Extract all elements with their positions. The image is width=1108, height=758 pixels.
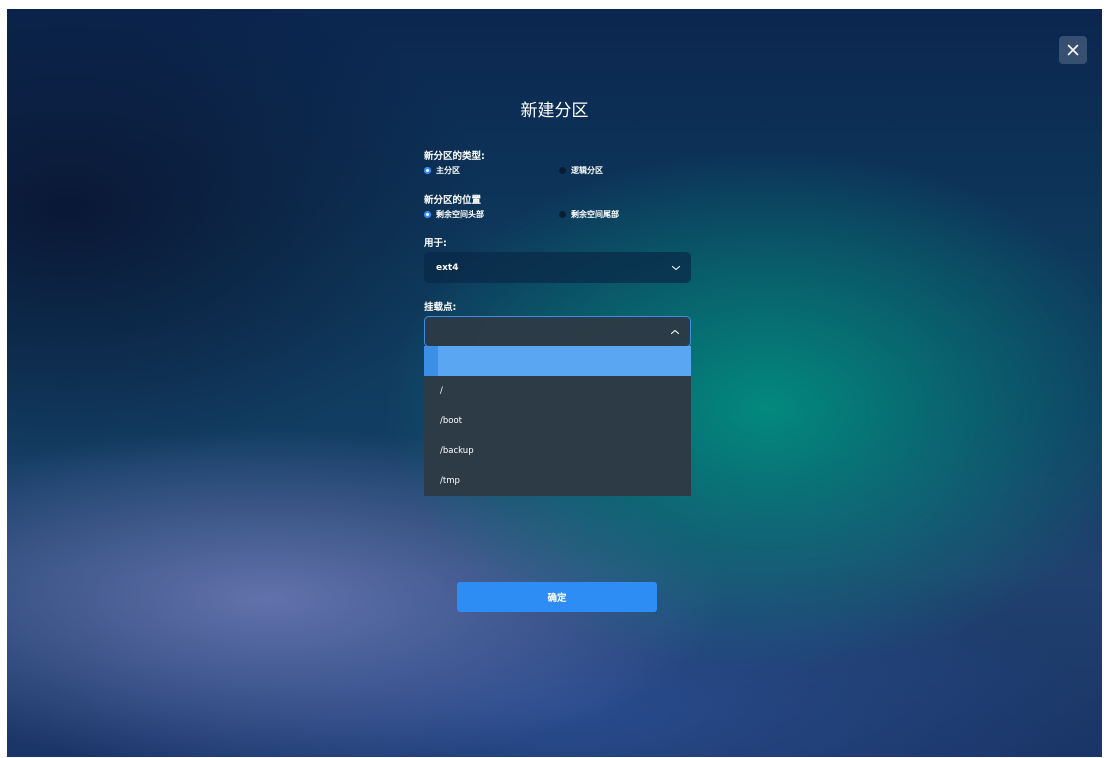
dropdown-option-empty[interactable] — [424, 346, 691, 376]
partition-location-label: 新分区的位置 — [424, 195, 482, 206]
mount-point-select[interactable] — [424, 316, 691, 347]
close-button[interactable] — [1059, 36, 1087, 64]
radio-label: 逻辑分区 — [571, 166, 603, 175]
dropdown-option-tmp[interactable]: /tmp — [424, 466, 691, 496]
mount-point-label: 挂载点: — [424, 302, 457, 313]
radio-logical-partition[interactable]: 逻辑分区 — [559, 165, 603, 176]
radio-label: 主分区 — [436, 166, 460, 175]
chevron-up-icon — [670, 329, 680, 334]
close-icon — [1067, 44, 1079, 56]
filesystem-label: 用于: — [424, 238, 447, 249]
radio-free-space-start[interactable]: 剩余空间头部 — [424, 209, 484, 220]
partition-type-label: 新分区的类型: — [424, 151, 485, 162]
filesystem-select[interactable]: ext4 — [424, 252, 691, 283]
mount-point-dropdown: / /boot /backup /tmp — [424, 346, 691, 496]
radio-primary-partition[interactable]: 主分区 — [424, 165, 460, 176]
radio-checked-icon — [424, 167, 431, 174]
dropdown-option-boot[interactable]: /boot — [424, 406, 691, 436]
dialog-title: 新建分区 — [520, 101, 589, 121]
confirm-button[interactable]: 确定 — [457, 582, 657, 612]
radio-label: 剩余空间头部 — [436, 210, 484, 219]
dropdown-option-backup[interactable]: /backup — [424, 436, 691, 466]
dropdown-option-root[interactable]: / — [424, 376, 691, 406]
chevron-down-icon — [671, 265, 681, 270]
radio-free-space-end[interactable]: 剩余空间尾部 — [559, 209, 619, 220]
radio-label: 剩余空间尾部 — [571, 210, 619, 219]
desktop-background: 新建分区 新分区的类型: 主分区 逻辑分区 新分区的位置 剩余空间头部 剩余空间… — [7, 9, 1102, 757]
radio-unchecked-icon — [559, 167, 566, 174]
filesystem-value: ext4 — [436, 262, 459, 273]
radio-unchecked-icon — [559, 211, 566, 218]
radio-checked-icon — [424, 211, 431, 218]
